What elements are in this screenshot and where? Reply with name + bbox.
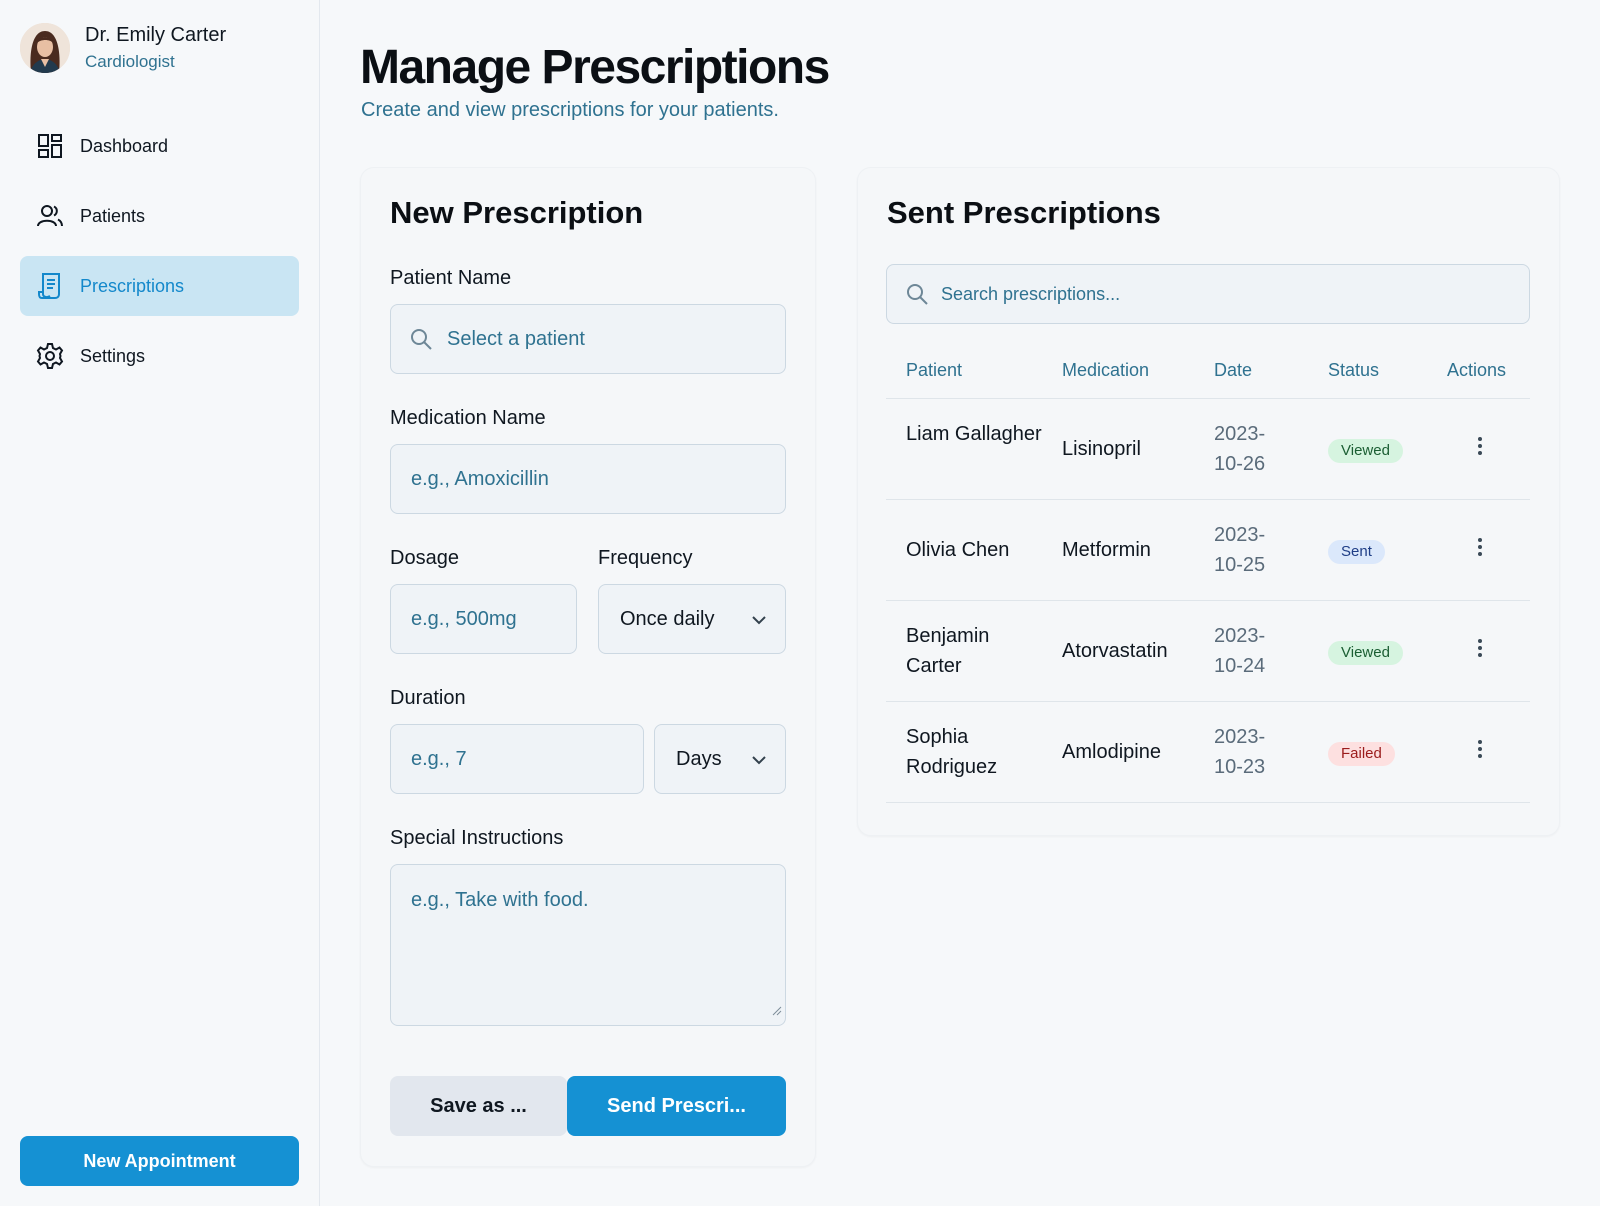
- medication-cell: Metformin: [1062, 539, 1151, 561]
- medication-name-placeholder: e.g., Amoxicillin: [411, 467, 549, 490]
- more-actions-icon[interactable]: [1474, 639, 1486, 657]
- status-badge: Sent: [1328, 540, 1385, 564]
- special-instructions-placeholder: e.g., Take with food.: [411, 889, 589, 911]
- sidebar-nav: Dashboard Patients Prescriptions Setting…: [20, 116, 299, 396]
- sidebar-item-settings[interactable]: Settings: [20, 326, 299, 386]
- search-icon: [409, 327, 433, 351]
- prescriptions-table: Patient Medication Date Status Actions L…: [886, 346, 1530, 803]
- patient-cell: Olivia Chen: [906, 539, 1010, 561]
- date-cell: 2023-10-23: [1214, 726, 1266, 778]
- column-header-actions: Actions: [1447, 360, 1507, 380]
- medication-cell: Atorvastatin: [1062, 640, 1168, 662]
- table-row[interactable]: Olivia Chen Metformin 2023-10-25 Sent: [886, 500, 1530, 601]
- medication-cell: Amlodipine: [1062, 741, 1161, 763]
- special-instructions-textarea[interactable]: e.g., Take with food.: [390, 864, 786, 1026]
- page-subtitle: Create and view prescriptions for your p…: [361, 99, 779, 121]
- dosage-placeholder: e.g., 500mg: [411, 607, 517, 630]
- medication-cell: Lisinopril: [1062, 438, 1141, 460]
- status-badge: Viewed: [1328, 439, 1403, 463]
- column-header-medication[interactable]: Medication: [1062, 360, 1149, 381]
- sidebar-item-prescriptions[interactable]: Prescriptions: [20, 256, 299, 316]
- search-icon: [905, 282, 929, 306]
- new-prescription-title: New Prescription: [390, 195, 644, 230]
- patient-cell: Liam Gallagher: [906, 423, 1042, 445]
- avatar[interactable]: [20, 23, 70, 73]
- save-as-draft-button[interactable]: Save as ...: [390, 1076, 567, 1136]
- dosage-label: Dosage: [390, 547, 459, 569]
- sent-prescriptions-title: Sent Prescriptions: [887, 195, 1161, 230]
- date-cell: 2023-10-24: [1214, 625, 1266, 677]
- chevron-down-icon: [751, 748, 767, 771]
- patient-cell: Sophia Rodriguez: [906, 726, 998, 778]
- dashboard-icon: [36, 132, 64, 160]
- more-actions-icon[interactable]: [1474, 437, 1486, 455]
- gear-icon: [36, 342, 64, 370]
- column-header-patient[interactable]: Patient: [906, 360, 962, 381]
- resize-handle-icon[interactable]: [772, 999, 782, 1022]
- column-header-date[interactable]: Date: [1214, 360, 1252, 381]
- duration-unit-select[interactable]: Days: [654, 724, 786, 794]
- search-placeholder: Search prescriptions...: [941, 283, 1121, 304]
- table-row[interactable]: Benjamin Carter Atorvastatin 2023-10-24 …: [886, 601, 1530, 702]
- frequency-label: Frequency: [598, 547, 693, 569]
- duration-placeholder: e.g., 7: [411, 747, 467, 770]
- patient-select-input[interactable]: Select a patient: [390, 304, 786, 374]
- duration-input[interactable]: e.g., 7: [390, 724, 644, 794]
- sidebar-item-label: Prescriptions: [80, 275, 185, 296]
- column-header-status[interactable]: Status: [1328, 360, 1379, 381]
- patient-select-placeholder: Select a patient: [447, 327, 585, 350]
- send-prescription-button[interactable]: Send Prescri...: [567, 1076, 786, 1136]
- patients-icon: [36, 202, 64, 230]
- status-badge: Viewed: [1328, 641, 1403, 665]
- duration-label: Duration: [390, 687, 466, 709]
- prescriptions-icon: [36, 272, 64, 300]
- table-row[interactable]: Liam Gallagher Lisinopril 2023-10-26 Vie…: [886, 399, 1530, 500]
- doctor-name: Dr. Emily Carter: [85, 24, 227, 46]
- sidebar-item-label: Dashboard: [80, 135, 169, 156]
- page-title: Manage Prescriptions: [360, 41, 830, 94]
- status-badge: Failed: [1328, 742, 1395, 766]
- date-cell: 2023-10-25: [1214, 524, 1266, 576]
- special-instructions-label: Special Instructions: [390, 827, 564, 849]
- chevron-down-icon: [751, 608, 767, 631]
- duration-unit-value: Days: [676, 747, 722, 770]
- dosage-input[interactable]: e.g., 500mg: [390, 584, 577, 654]
- medication-name-input[interactable]: e.g., Amoxicillin: [390, 444, 786, 514]
- doctor-specialty: Cardiologist: [85, 52, 175, 71]
- date-cell: 2023-10-26: [1214, 423, 1266, 475]
- table-header: Patient Medication Date Status Actions: [886, 346, 1530, 399]
- patient-cell: Benjamin Carter: [906, 625, 990, 677]
- sidebar-item-label: Settings: [80, 345, 146, 366]
- more-actions-icon[interactable]: [1474, 740, 1486, 758]
- more-actions-icon[interactable]: [1474, 538, 1486, 556]
- frequency-select[interactable]: Once daily: [598, 584, 786, 654]
- patient-name-label: Patient Name: [390, 267, 512, 289]
- sidebar-item-label: Patients: [80, 205, 146, 226]
- table-row[interactable]: Sophia Rodriguez Amlodipine 2023-10-23 F…: [886, 702, 1530, 803]
- sidebar-item-patients[interactable]: Patients: [20, 186, 299, 246]
- new-appointment-button[interactable]: New Appointment: [20, 1136, 299, 1186]
- frequency-value: Once daily: [620, 607, 715, 630]
- sidebar-item-dashboard[interactable]: Dashboard: [20, 116, 299, 176]
- profile: Dr. Emily Carter Cardiologist: [20, 22, 226, 74]
- sidebar: Dr. Emily Carter Cardiologist Dashboard …: [0, 0, 320, 1206]
- medication-name-label: Medication Name: [390, 407, 546, 429]
- search-prescriptions-input[interactable]: Search prescriptions...: [886, 264, 1530, 324]
